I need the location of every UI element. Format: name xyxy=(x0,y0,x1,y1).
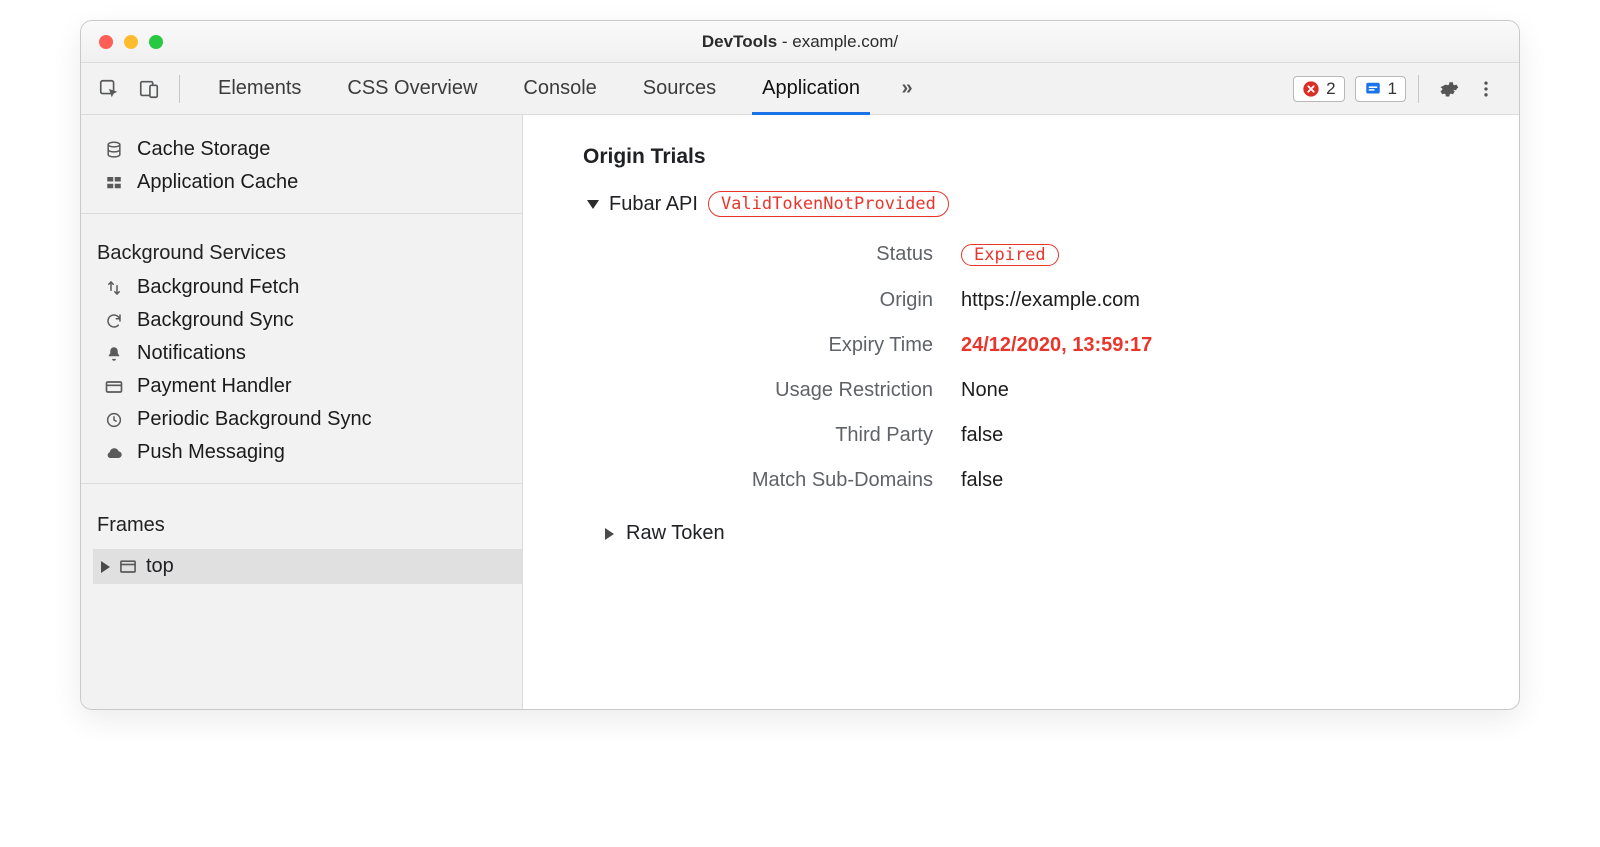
application-sidebar: Cache Storage Application Cache Backgrou… xyxy=(81,115,523,709)
maximize-window-button[interactable] xyxy=(149,35,163,49)
errors-badge[interactable]: 2 xyxy=(1293,76,1344,102)
tab-application[interactable]: Application xyxy=(744,63,878,114)
sidebar-item-push-messaging[interactable]: Push Messaging xyxy=(93,436,522,469)
gear-icon xyxy=(1437,78,1459,100)
device-toolbar-button[interactable] xyxy=(131,71,167,107)
panel-body: Cache Storage Application Cache Backgrou… xyxy=(81,115,1519,709)
transfer-icon xyxy=(103,277,125,299)
toolbar-divider xyxy=(179,75,180,103)
window-title-app: DevTools xyxy=(702,32,777,51)
sidebar-item-background-sync[interactable]: Background Sync xyxy=(93,304,522,337)
sidebar-item-label: Background Fetch xyxy=(137,276,299,299)
collapse-icon[interactable] xyxy=(587,200,599,209)
tab-css-overview[interactable]: CSS Overview xyxy=(329,63,495,114)
origin-trial-row[interactable]: Fubar API ValidTokenNotProvided xyxy=(587,191,1491,217)
field-key-match-subdomains: Match Sub-Domains xyxy=(653,469,933,492)
field-value-origin: https://example.com xyxy=(961,289,1491,312)
bell-icon xyxy=(103,343,125,365)
field-key-usage-restriction: Usage Restriction xyxy=(653,379,933,402)
sidebar-item-cache-storage[interactable]: Cache Storage xyxy=(93,133,522,166)
sidebar-item-periodic-background-sync[interactable]: Periodic Background Sync xyxy=(93,403,522,436)
sidebar-item-label: Notifications xyxy=(137,342,246,365)
issues-count: 1 xyxy=(1388,79,1397,99)
titlebar: DevTools - example.com/ xyxy=(81,21,1519,63)
sidebar-item-application-cache[interactable]: Application Cache xyxy=(93,166,522,199)
toolbar-divider xyxy=(1418,75,1419,103)
card-icon xyxy=(103,376,125,398)
sidebar-divider xyxy=(81,483,522,484)
settings-button[interactable] xyxy=(1431,72,1465,106)
cloud-icon xyxy=(103,442,125,464)
sidebar-section-header: Background Services xyxy=(93,232,522,271)
window-title-url: example.com/ xyxy=(792,32,898,51)
field-value-usage-restriction: None xyxy=(961,379,1491,402)
sidebar-item-frame-top[interactable]: top xyxy=(93,549,522,584)
tab-sources[interactable]: Sources xyxy=(625,63,734,114)
main-content: Origin Trials Fubar API ValidTokenNotPro… xyxy=(523,115,1519,709)
sync-icon xyxy=(103,310,125,332)
status-chip: Expired xyxy=(961,244,1059,266)
sidebar-section-frames: Frames top xyxy=(81,494,522,584)
issues-icon xyxy=(1364,80,1382,98)
grid-icon xyxy=(103,172,125,194)
sidebar-item-label: Background Sync xyxy=(137,309,294,332)
toolbar: Elements CSS Overview Console Sources Ap… xyxy=(81,63,1519,115)
devtools-window: DevTools - example.com/ Elements CSS Ove… xyxy=(80,20,1520,710)
section-heading: Origin Trials xyxy=(583,145,1491,169)
sidebar-section-header: Frames xyxy=(93,504,522,543)
clock-icon xyxy=(103,409,125,431)
status-badges: 2 1 xyxy=(1293,76,1406,102)
sidebar-divider xyxy=(81,213,522,214)
field-key-origin: Origin xyxy=(653,289,933,312)
minimize-window-button[interactable] xyxy=(124,35,138,49)
field-value-third-party: false xyxy=(961,424,1491,447)
expand-icon[interactable] xyxy=(101,561,110,573)
field-value-status: Expired xyxy=(961,243,1491,267)
raw-token-label: Raw Token xyxy=(626,522,725,545)
frame-label: top xyxy=(146,555,174,578)
tab-elements[interactable]: Elements xyxy=(200,63,319,114)
sidebar-section-cache: Cache Storage Application Cache xyxy=(81,125,522,203)
panel-tabs: Elements CSS Overview Console Sources Ap… xyxy=(200,63,926,114)
sidebar-item-label: Push Messaging xyxy=(137,441,285,464)
token-status-chip: ValidTokenNotProvided xyxy=(708,191,949,217)
sidebar-item-notifications[interactable]: Notifications xyxy=(93,337,522,370)
field-key-status: Status xyxy=(653,243,933,267)
trial-name: Fubar API xyxy=(609,193,698,216)
frame-icon xyxy=(118,557,138,577)
sidebar-item-background-fetch[interactable]: Background Fetch xyxy=(93,271,522,304)
kebab-icon xyxy=(1476,79,1496,99)
errors-count: 2 xyxy=(1326,79,1335,99)
field-value-expiry: 24/12/2020, 13:59:17 xyxy=(961,334,1491,357)
field-key-expiry: Expiry Time xyxy=(653,334,933,357)
field-value-match-subdomains: false xyxy=(961,469,1491,492)
sidebar-item-label: Payment Handler xyxy=(137,375,292,398)
sidebar-section-background-services: Background Services Background Fetch Bac… xyxy=(81,224,522,473)
more-options-button[interactable] xyxy=(1469,72,1503,106)
field-key-third-party: Third Party xyxy=(653,424,933,447)
window-controls xyxy=(99,21,163,62)
sidebar-item-label: Periodic Background Sync xyxy=(137,408,372,431)
inspect-element-button[interactable] xyxy=(91,71,127,107)
expand-icon[interactable] xyxy=(605,528,614,540)
tabs-overflow-button[interactable]: » xyxy=(888,63,926,114)
close-window-button[interactable] xyxy=(99,35,113,49)
database-icon xyxy=(103,139,125,161)
window-title: DevTools - example.com/ xyxy=(702,32,898,52)
issues-badge[interactable]: 1 xyxy=(1355,76,1406,102)
trial-details: Status Expired Origin https://example.co… xyxy=(653,243,1491,492)
sidebar-item-label: Application Cache xyxy=(137,171,298,194)
tab-console[interactable]: Console xyxy=(505,63,614,114)
sidebar-item-payment-handler[interactable]: Payment Handler xyxy=(93,370,522,403)
error-icon xyxy=(1302,80,1320,98)
raw-token-row[interactable]: Raw Token xyxy=(605,522,1491,545)
sidebar-item-label: Cache Storage xyxy=(137,138,270,161)
